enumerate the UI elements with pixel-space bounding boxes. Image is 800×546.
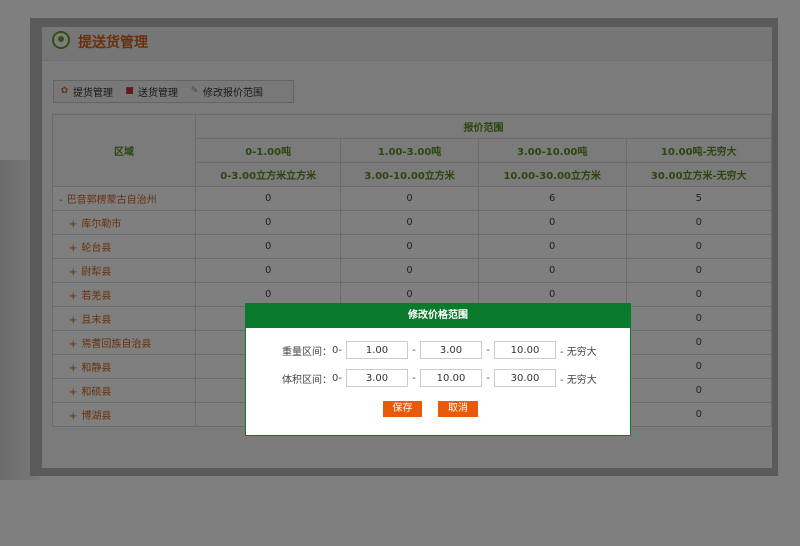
range-separator: - bbox=[486, 344, 490, 356]
volume-range-row: 体积区间： 0- - - - 无穷大 bbox=[274, 369, 597, 387]
weight-range-end: - 无穷大 bbox=[560, 346, 597, 358]
volume-range-input-3[interactable] bbox=[494, 369, 556, 387]
weight-range-input-3[interactable] bbox=[494, 341, 556, 359]
weight-range-label: 重量区间： bbox=[282, 346, 332, 358]
weight-range-start: 0- bbox=[332, 344, 342, 356]
volume-range-end: - 无穷大 bbox=[560, 374, 597, 386]
save-button[interactable]: 保存 bbox=[383, 401, 422, 417]
range-separator: - bbox=[486, 372, 490, 384]
volume-range-start: 0- bbox=[332, 372, 342, 384]
modal-overlay[interactable] bbox=[0, 0, 800, 546]
range-separator: - bbox=[412, 372, 416, 384]
volume-range-input-1[interactable] bbox=[346, 369, 408, 387]
edit-price-range-dialog: 修改价格范围 重量区间： 0- - - - 无穷大 体积区间： 0- - - -… bbox=[245, 303, 631, 436]
weight-range-row: 重量区间： 0- - - - 无穷大 bbox=[274, 341, 597, 359]
dialog-title: 修改价格范围 bbox=[246, 304, 630, 328]
weight-range-input-2[interactable] bbox=[420, 341, 482, 359]
cancel-button[interactable]: 取消 bbox=[438, 401, 478, 417]
weight-range-input-1[interactable] bbox=[346, 341, 408, 359]
volume-range-label: 体积区间： bbox=[282, 374, 332, 386]
range-separator: - bbox=[412, 344, 416, 356]
volume-range-input-2[interactable] bbox=[420, 369, 482, 387]
